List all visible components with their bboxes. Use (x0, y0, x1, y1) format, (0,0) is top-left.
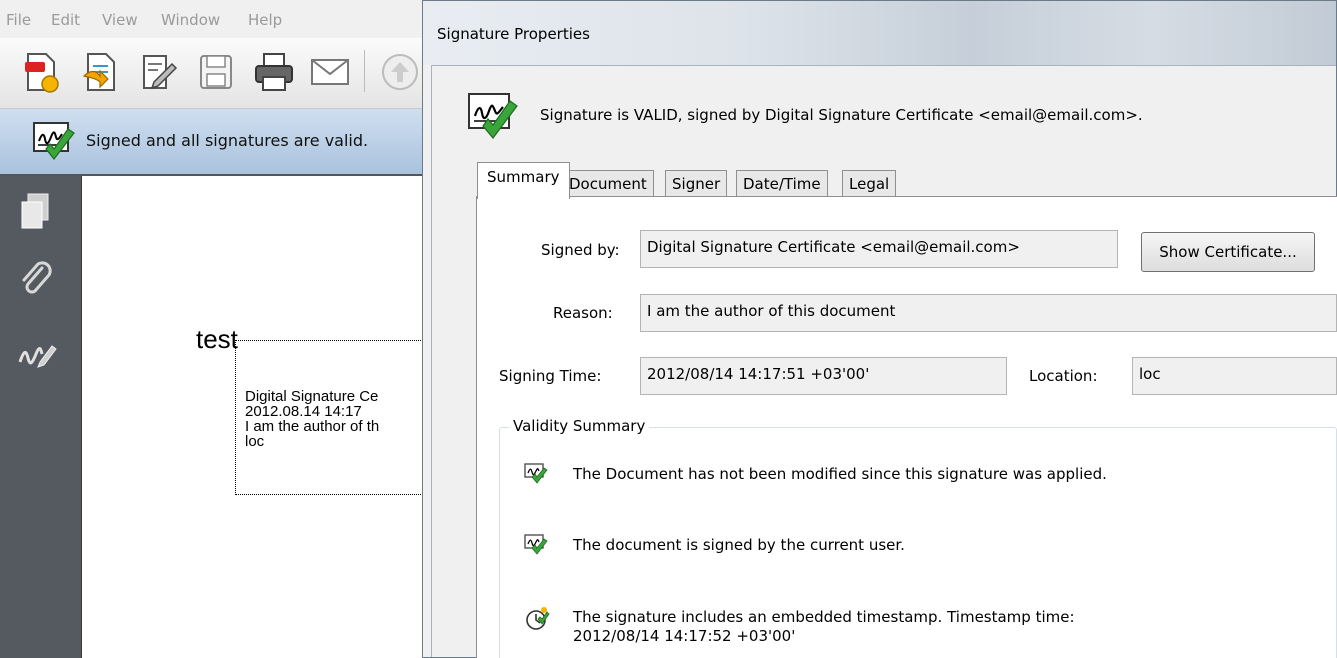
timestamp-clock-icon (524, 606, 550, 636)
signature-field-line: 2012.08.14 14:17 (245, 404, 362, 419)
menu-window[interactable]: Window (161, 11, 220, 29)
signature-status-bar: Signed and all signatures are valid. (0, 109, 440, 176)
menu-help[interactable]: Help (248, 11, 282, 29)
menu-edit[interactable]: Edit (51, 11, 80, 29)
signing-time-field[interactable]: 2012/08/14 14:17:51 +03'00' (640, 357, 1007, 395)
navigation-pane (0, 176, 82, 658)
signed-by-label: Signed by: (541, 241, 620, 259)
tab-signer[interactable]: Signer (665, 170, 728, 198)
signature-field-line: loc (245, 434, 265, 449)
validity-item-text: The signature includes an embedded times… (573, 608, 1075, 626)
signed-by-field[interactable]: Digital Signature Certificate <email@ema… (640, 230, 1118, 268)
tab-date-time[interactable]: Date/Time (736, 170, 828, 198)
show-certificate-button[interactable]: Show Certificate... (1141, 232, 1315, 272)
validity-header-text: Signature is VALID, signed by Digital Si… (540, 106, 1143, 124)
print-icon[interactable] (252, 50, 296, 98)
validity-item-text: The document is signed by the current us… (573, 536, 905, 554)
signature-field-line: I am the author of th (245, 419, 380, 434)
validity-item-text: The Document has not been modified since… (573, 465, 1107, 483)
validity-summary-legend: Validity Summary (509, 417, 650, 435)
save-icon[interactable] (196, 50, 236, 98)
signatures-icon[interactable] (18, 340, 58, 374)
edit-icon[interactable] (138, 50, 178, 98)
email-icon[interactable] (308, 50, 352, 98)
document-page: test Digital Signature Ce 2012.08.14 14:… (82, 176, 445, 658)
toolbar (0, 38, 440, 109)
signature-valid-icon (32, 121, 76, 167)
dialog-titlebar[interactable]: Signature Properties (423, 1, 1336, 65)
signature-check-icon (524, 533, 548, 559)
tab-document[interactable]: Document (562, 170, 654, 198)
reason-label: Reason: (553, 304, 613, 322)
signature-check-icon (524, 462, 548, 488)
signature-field-line: Digital Signature Ce (245, 389, 379, 404)
location-label: Location: (1029, 367, 1098, 385)
tab-legal[interactable]: Legal (842, 170, 897, 198)
dialog-title: Signature Properties (437, 25, 590, 43)
signature-status-text: Signed and all signatures are valid. (86, 131, 369, 150)
signature-valid-icon (467, 88, 519, 150)
menu-view[interactable]: View (102, 11, 138, 29)
menu-bar: File Edit View Window Help (0, 0, 440, 38)
up-arrow-icon[interactable] (378, 50, 422, 98)
tab-summary[interactable]: Summary (477, 162, 570, 199)
toolbar-divider (364, 50, 365, 92)
location-field[interactable]: loc (1132, 357, 1337, 395)
create-pdf-icon[interactable] (22, 50, 62, 98)
validity-item-text: 2012/08/14 14:17:52 +03'00' (573, 627, 796, 645)
document-title: test (196, 324, 238, 354)
attachments-icon[interactable] (18, 260, 52, 304)
signature-field[interactable]: Digital Signature Ce 2012.08.14 14:17 I … (235, 340, 445, 495)
pages-icon[interactable] (18, 192, 52, 236)
reason-field[interactable]: I am the author of this document (640, 294, 1337, 332)
open-icon[interactable] (80, 50, 120, 98)
menu-file[interactable]: File (6, 11, 31, 29)
signing-time-label: Signing Time: (499, 367, 602, 385)
validity-summary-group: Validity Summary The Document has not be… (499, 417, 1337, 658)
